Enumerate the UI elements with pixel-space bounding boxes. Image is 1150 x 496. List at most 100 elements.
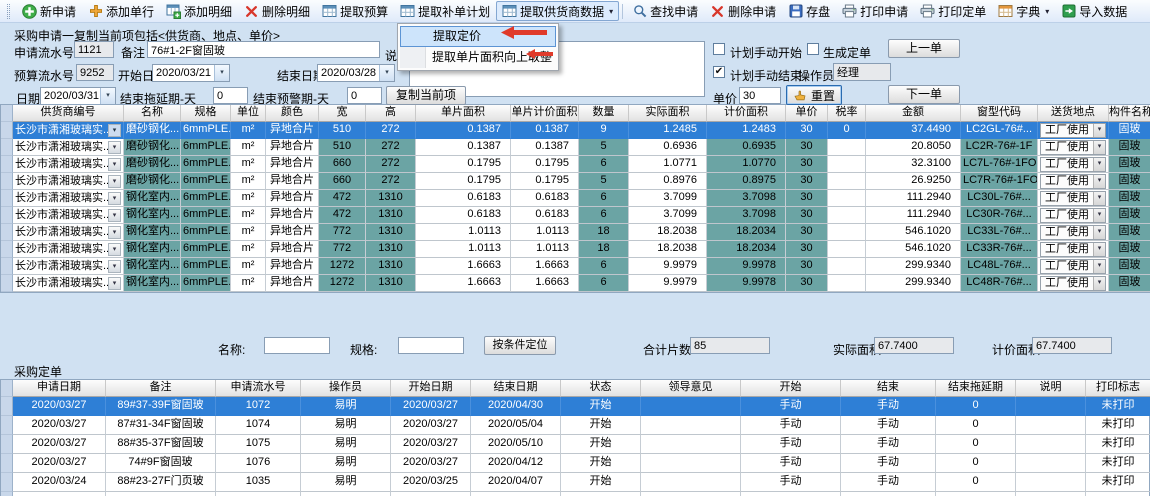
order-cell[interactable]: [1016, 397, 1086, 416]
unit-price-input[interactable]: [739, 87, 781, 104]
row-header[interactable]: [1, 207, 13, 224]
delivery-combo[interactable]: 工厂使用▾: [1040, 242, 1106, 257]
detail-cell[interactable]: 3.7099: [629, 190, 707, 207]
order-cell[interactable]: [641, 454, 741, 473]
end-date-select[interactable]: 2020/03/28 ▾: [317, 64, 395, 82]
detail-column-header[interactable]: 单价: [786, 105, 828, 122]
detail-cell[interactable]: 546.1020: [866, 241, 961, 258]
order-cell[interactable]: [471, 492, 561, 496]
detail-cell[interactable]: 1.6663: [511, 258, 579, 275]
add-detail-button[interactable]: 添加明细: [160, 1, 238, 21]
detail-cell[interactable]: 30: [786, 275, 828, 292]
detail-cell[interactable]: 18.2034: [707, 224, 786, 241]
detail-cell[interactable]: m²: [231, 224, 266, 241]
detail-cell[interactable]: LC2R-76#-1F: [961, 139, 1038, 156]
row-header[interactable]: [1, 258, 13, 275]
prev-order-button[interactable]: 上一单: [888, 39, 960, 58]
detail-cell[interactable]: 1310: [366, 224, 416, 241]
detail-cell[interactable]: 5: [579, 139, 629, 156]
detail-cell[interactable]: 26.9250: [866, 173, 961, 190]
detail-cell[interactable]: 0.1387: [511, 139, 579, 156]
detail-cell[interactable]: 0.6936: [629, 139, 707, 156]
gen-order-checkbox[interactable]: [807, 43, 819, 55]
order-cell[interactable]: 2020/03/27: [391, 397, 471, 416]
detail-cell[interactable]: 固玻: [1109, 275, 1150, 292]
order-row[interactable]: 2020/03/2774#9F窗固玻1076易明2020/03/272020/0…: [1, 454, 1149, 473]
order-cell[interactable]: [216, 492, 301, 496]
detail-cell[interactable]: 固玻: [1109, 156, 1150, 173]
order-column-header[interactable]: 备注: [106, 380, 216, 397]
detail-cell[interactable]: [828, 241, 866, 258]
order-cell[interactable]: 手动: [741, 416, 841, 435]
detail-column-header[interactable]: 送货地点: [1038, 105, 1109, 122]
detail-cell[interactable]: 1.0113: [416, 241, 511, 258]
order-column-header[interactable]: 结束: [841, 380, 936, 397]
remark-input[interactable]: [147, 41, 380, 58]
detail-cell[interactable]: 30: [786, 241, 828, 258]
detail-column-header[interactable]: 计价面积: [707, 105, 786, 122]
detail-cell[interactable]: 磨砂钢化...: [124, 156, 181, 173]
detail-cell[interactable]: [828, 190, 866, 207]
order-cell[interactable]: 1076: [216, 454, 301, 473]
order-column-header[interactable]: 开始日期: [391, 380, 471, 397]
detail-cell[interactable]: 18.2038: [629, 241, 707, 258]
detail-cell[interactable]: 6mmPLE...: [181, 224, 231, 241]
detail-row[interactable]: 长沙市潇湘玻璃实...▾钢化室内...6mmPLE...m²异地合片472131…: [1, 207, 1149, 224]
order-cell[interactable]: 2020/03/27: [391, 435, 471, 454]
detail-cell[interactable]: 长沙市潇湘玻璃实...▾: [13, 224, 124, 241]
order-cell[interactable]: 易明: [301, 397, 391, 416]
order-cell[interactable]: 手动: [841, 473, 936, 492]
detail-cell[interactable]: 1.0113: [416, 224, 511, 241]
detail-cell[interactable]: 1.6663: [511, 275, 579, 292]
detail-cell[interactable]: 长沙市潇湘玻璃实...▾: [13, 173, 124, 190]
detail-cell[interactable]: 异地合片: [266, 207, 319, 224]
detail-cell[interactable]: 钢化室内...: [124, 207, 181, 224]
detail-cell[interactable]: 1.2483: [707, 122, 786, 139]
row-header[interactable]: [1, 190, 13, 207]
detail-cell[interactable]: 1272: [319, 258, 366, 275]
detail-cell[interactable]: 0.1387: [511, 122, 579, 139]
detail-cell[interactable]: 9.9979: [629, 258, 707, 275]
detail-cell[interactable]: 6: [579, 190, 629, 207]
detail-cell[interactable]: 32.3100: [866, 156, 961, 173]
order-cell[interactable]: 0: [936, 454, 1016, 473]
order-cell[interactable]: [391, 492, 471, 496]
row-header[interactable]: [1, 275, 13, 292]
detail-cell[interactable]: LC33L-76#...: [961, 224, 1038, 241]
order-cell[interactable]: 手动: [741, 454, 841, 473]
order-column-header[interactable]: 状态: [561, 380, 641, 397]
locate-by-condition-button[interactable]: 按条件定位: [484, 336, 556, 355]
order-cell[interactable]: 手动: [741, 435, 841, 454]
toolbar-grip-handle[interactable]: [7, 4, 10, 19]
filter-spec-input[interactable]: [398, 337, 464, 354]
detail-cell[interactable]: 6mmPLE...: [181, 122, 231, 139]
order-cell[interactable]: 未打印: [1086, 435, 1150, 454]
detail-cell[interactable]: 472: [319, 207, 366, 224]
combo-arrow-icon[interactable]: ▾: [108, 277, 121, 290]
detail-cell[interactable]: 772: [319, 241, 366, 258]
detail-cell[interactable]: 工厂使用▾: [1038, 173, 1109, 190]
detail-cell[interactable]: m²: [231, 190, 266, 207]
order-cell[interactable]: 2020/03/27: [13, 454, 106, 473]
detail-cell[interactable]: 工厂使用▾: [1038, 224, 1109, 241]
detail-cell[interactable]: 1310: [366, 207, 416, 224]
detail-cell[interactable]: 钢化室内...: [124, 224, 181, 241]
detail-cell[interactable]: 1.0770: [707, 156, 786, 173]
detail-cell[interactable]: 固玻: [1109, 224, 1150, 241]
detail-cell[interactable]: 30: [786, 190, 828, 207]
order-column-header[interactable]: 申请流水号: [216, 380, 301, 397]
order-cell[interactable]: [106, 492, 216, 496]
detail-cell[interactable]: 0.1795: [416, 173, 511, 190]
order-cell[interactable]: 开始: [561, 397, 641, 416]
row-header[interactable]: [1, 397, 13, 416]
budget-serial-input[interactable]: [76, 64, 114, 81]
detail-cell[interactable]: [828, 139, 866, 156]
detail-cell[interactable]: 工厂使用▾: [1038, 139, 1109, 156]
order-cell[interactable]: 2020/05/10: [471, 435, 561, 454]
detail-cell[interactable]: 30: [786, 156, 828, 173]
detail-cell[interactable]: 272: [366, 156, 416, 173]
order-cell[interactable]: [741, 492, 841, 496]
order-cell[interactable]: 2020/04/12: [471, 454, 561, 473]
row-header[interactable]: [1, 139, 13, 156]
detail-cell[interactable]: [828, 258, 866, 275]
